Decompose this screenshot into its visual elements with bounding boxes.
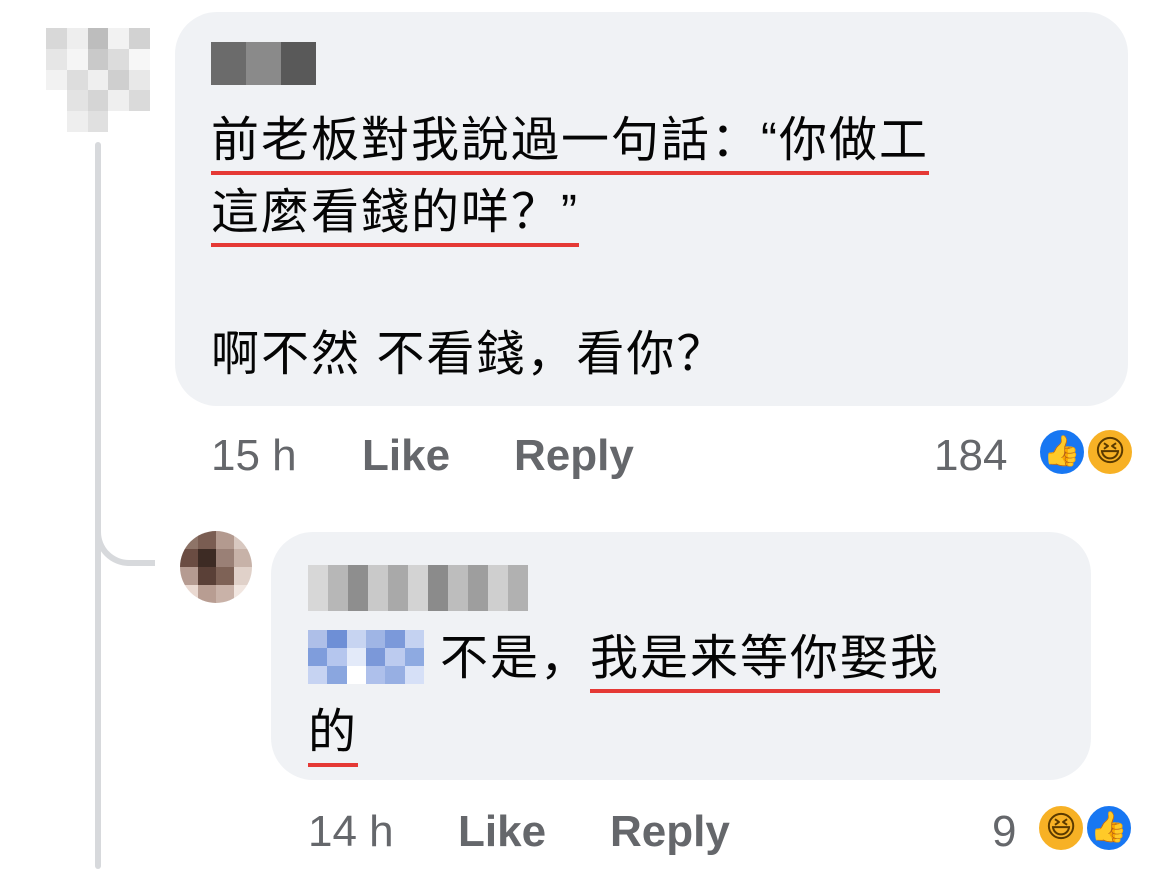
comment-text-line-1: 前老板對我說過一句話：“你做工 [211, 112, 929, 175]
comment-text-line-2: 這麼看錢的咩？” [211, 184, 579, 247]
mention-tag-redacted[interactable] [308, 630, 424, 684]
reaction-count[interactable]: 184 [934, 430, 1007, 482]
reply-connector-curve [95, 480, 155, 566]
comment-timestamp[interactable]: 15 h [211, 430, 297, 482]
comment-like-button[interactable]: Like [362, 430, 450, 482]
replier-avatar[interactable] [180, 531, 252, 603]
like-icon: 👍 [1038, 428, 1086, 476]
reply-text-line-2: 的 [308, 704, 359, 767]
like-icon: 👍 [1085, 804, 1133, 852]
comment-text-highlight-2: 這麼看錢的咩？” [211, 186, 579, 247]
haha-icon: 😆 [1086, 428, 1134, 476]
comment-text-highlight-1: 前老板對我說過一句話：“你做工 [211, 114, 929, 175]
reply-like-button[interactable]: Like [458, 806, 546, 858]
reply-reply-button[interactable]: Reply [610, 806, 730, 858]
replier-name-redacted[interactable] [308, 565, 528, 611]
haha-icon: 😆 [1037, 804, 1085, 852]
reply-text-prefix: 不是， [440, 632, 591, 685]
reply-text-line-1: 不是，我是来等你娶我 [440, 630, 941, 693]
reply-text-highlight: 我是来等你娶我 [590, 632, 941, 693]
comment-text-line-3: 啊不然 不看錢，看你？ [211, 328, 727, 381]
reply-timestamp[interactable]: 14 h [308, 806, 394, 858]
comment-reply-button[interactable]: Reply [514, 430, 634, 482]
reply-text-highlight-2: 的 [308, 706, 359, 767]
reply-reaction-count[interactable]: 9 [992, 806, 1016, 858]
commenter-name-redacted[interactable] [211, 42, 316, 85]
commenter-avatar[interactable] [46, 28, 150, 132]
